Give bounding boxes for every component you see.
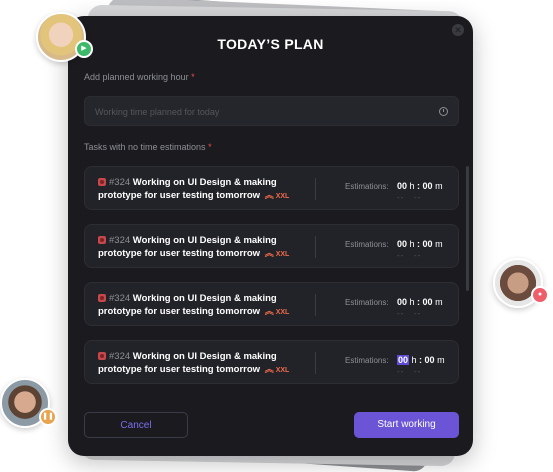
pause-icon: ❚❚ xyxy=(39,408,57,426)
stop-icon: ● xyxy=(531,286,549,304)
task-id: #324 xyxy=(109,293,131,304)
planned-hours-label-text: Add planned working hour xyxy=(84,72,189,82)
modal-title: TODAY’S PLAN xyxy=(217,36,324,52)
size-badge: XXL xyxy=(275,367,290,374)
task-type-icon xyxy=(98,178,106,186)
estimation-label: Estimations: xyxy=(345,298,389,307)
task-card: #324 Working on UI Design & making proto… xyxy=(84,282,459,326)
minutes-unit: m xyxy=(437,355,445,365)
hours-unit: h xyxy=(411,355,417,365)
task-card: #324 Working on UI Design & making proto… xyxy=(84,166,459,210)
estimation-value: 00 h : 00 m xyxy=(397,239,443,249)
task-id: #324 xyxy=(109,235,131,246)
hours-input[interactable]: 00 xyxy=(397,297,407,307)
divider xyxy=(315,352,316,374)
double-chevron-up-icon: ︽ xyxy=(264,248,274,258)
size-badge: XXL xyxy=(275,193,290,200)
minutes-unit: m xyxy=(435,181,443,191)
cancel-button[interactable]: Cancel xyxy=(84,412,188,438)
planned-hours-field[interactable] xyxy=(84,96,459,127)
minutes-input[interactable]: 00 xyxy=(423,239,433,249)
task-id: #324 xyxy=(109,351,131,362)
close-icon[interactable]: ✕ xyxy=(452,24,464,36)
input-underline: -- -- xyxy=(397,193,422,202)
task-text: #324 Working on UI Design & making proto… xyxy=(98,350,303,377)
estimation-value: 00 h : 00 m xyxy=(397,297,443,307)
size-badge: XXL xyxy=(275,309,290,316)
task-id: #324 xyxy=(109,177,131,188)
task-card: #324 Working on UI Design & making proto… xyxy=(84,340,459,384)
double-chevron-up-icon: ︽ xyxy=(264,190,274,200)
hours-input[interactable]: 00 xyxy=(397,181,407,191)
task-type-icon xyxy=(98,352,106,360)
divider xyxy=(315,294,316,316)
minutes-input[interactable]: 00 xyxy=(423,297,433,307)
todays-plan-modal: ✕ TODAY’S PLAN Add planned working hour … xyxy=(68,16,473,456)
play-icon: ▶ xyxy=(75,40,93,58)
required-mark: * xyxy=(208,142,212,152)
estimation-label: Estimations: xyxy=(345,356,389,365)
size-badge: XXL xyxy=(275,251,290,258)
start-working-button[interactable]: Start working xyxy=(354,412,459,438)
task-type-icon xyxy=(98,294,106,302)
minutes-unit: m xyxy=(435,239,443,249)
divider xyxy=(315,178,316,200)
required-mark: * xyxy=(191,72,195,82)
estimation-label: Estimations: xyxy=(345,182,389,191)
minutes-input[interactable]: 00 xyxy=(423,181,433,191)
input-underline: -- -- xyxy=(397,367,422,376)
estimation-label: Estimations: xyxy=(345,240,389,249)
divider xyxy=(315,236,316,258)
planned-hours-label: Add planned working hour * xyxy=(84,72,195,82)
planned-hours-input[interactable] xyxy=(93,97,437,127)
tasks-section-label: Tasks with no time estimations * xyxy=(84,142,212,152)
hours-input[interactable]: 00 xyxy=(397,355,410,365)
input-underline: -- -- xyxy=(397,309,422,318)
input-underline: -- -- xyxy=(397,251,422,260)
double-chevron-up-icon: ︽ xyxy=(264,306,274,316)
minutes-unit: m xyxy=(435,297,443,307)
hours-unit: h xyxy=(409,181,415,191)
task-type-icon xyxy=(98,236,106,244)
task-card: #324 Working on UI Design & making proto… xyxy=(84,224,459,268)
minutes-input[interactable]: 00 xyxy=(425,355,435,365)
scrollbar[interactable] xyxy=(466,166,469,291)
double-chevron-up-icon: ︽ xyxy=(264,364,274,374)
task-text: #324 Working on UI Design & making proto… xyxy=(98,176,303,203)
estimation-value: 00 h : 00 m xyxy=(397,355,445,365)
clock-icon[interactable] xyxy=(439,107,448,116)
task-text: #324 Working on UI Design & making proto… xyxy=(98,292,303,319)
tasks-section-label-text: Tasks with no time estimations xyxy=(84,142,206,152)
task-text: #324 Working on UI Design & making proto… xyxy=(98,234,303,261)
estimation-value: 00 h : 00 m xyxy=(397,181,443,191)
hours-unit: h xyxy=(409,239,415,249)
hours-unit: h xyxy=(409,297,415,307)
hours-input[interactable]: 00 xyxy=(397,239,407,249)
